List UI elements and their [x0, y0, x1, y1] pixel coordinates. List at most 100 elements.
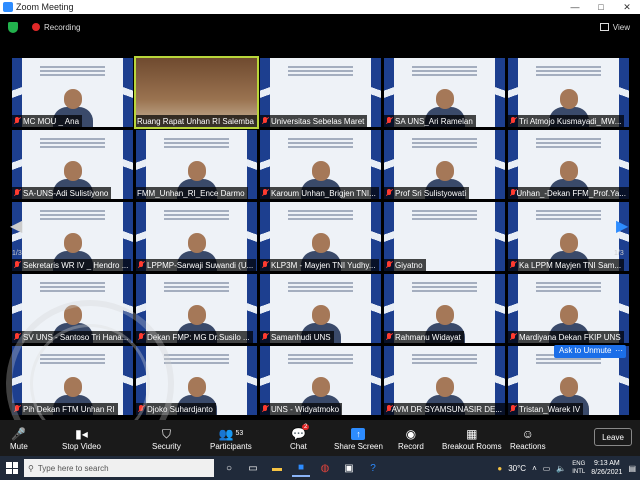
- participant-name: MC MOU _ Ana: [23, 116, 80, 126]
- participant-tile[interactable]: Sekretaris WR IV _ Hendro ...: [12, 202, 133, 271]
- share-screen-button[interactable]: ↑ Share Screen: [334, 420, 383, 456]
- participant-tile[interactable]: AVM DR SYAMSUNASIR DE...: [384, 346, 505, 415]
- participants-button[interactable]: 👥 53 Participants: [210, 420, 252, 456]
- ask-to-unmute-button[interactable]: Ask to Unmute: [554, 345, 617, 358]
- virtual-background-slide: [30, 208, 115, 222]
- participant-tile[interactable]: LPPMP-Sarwaji Suwandi (U...: [136, 202, 257, 271]
- previous-page-icon[interactable]: ◀: [10, 216, 22, 236]
- participant-tile[interactable]: Unhan_-Dekan FFM_Prof.Ya...: [508, 130, 629, 199]
- security-button[interactable]: ⛉ Security: [152, 420, 181, 456]
- chat-badge: 2: [302, 424, 310, 430]
- slide-border-decoration: [495, 274, 505, 343]
- taskbar-search-box[interactable]: ⚲ Type here to search: [24, 459, 214, 477]
- participant-name: LPPMP-Sarwaji Suwandi (U...: [147, 260, 254, 270]
- participant-tile[interactable]: Samanhudi UNS: [260, 274, 381, 343]
- participant-tile[interactable]: SA-UNS-Adi Sulistiyono: [12, 130, 133, 199]
- participant-tile[interactable]: Ruang Rapat Unhan RI Salemba: [134, 56, 259, 129]
- participant-name-bar: KLP3M - Mayjen TNI Yudhy...: [260, 259, 379, 271]
- participant-name-bar: Prof Sri Sulistyowati: [384, 187, 470, 199]
- virtual-background-slide: [402, 352, 487, 366]
- participant-name-bar: Samanhudi UNS: [260, 331, 334, 343]
- participant-tile[interactable]: Dekan FMP: MG Dr.Susilo ...: [136, 274, 257, 343]
- participant-tile[interactable]: Tri Atmojo Kusmayadi_MW...: [508, 58, 629, 127]
- task-view-icon[interactable]: ▭: [244, 459, 262, 477]
- record-label: Record: [398, 441, 424, 451]
- more-options-icon[interactable]: ···: [612, 345, 626, 358]
- participant-tile[interactable]: MC MOU _ Ana: [12, 58, 133, 127]
- participant-name: Unhan_-Dekan FFM_Prof.Ya...: [516, 188, 626, 198]
- windows-start-icon[interactable]: [6, 462, 18, 474]
- page-indicator-left: 1/3: [12, 250, 22, 257]
- participant-tile[interactable]: Mardiyana Dekan FKIP UNS: [508, 274, 629, 343]
- cortana-icon[interactable]: ○: [220, 459, 238, 477]
- virtual-background-slide: [402, 64, 487, 78]
- recording-label[interactable]: Recording: [44, 23, 80, 32]
- participant-name-bar: Ka LPPM Mayjen TNI Sam...: [508, 259, 625, 271]
- network-icon[interactable]: ▭: [543, 464, 551, 473]
- participant-name: Karoum Unhan_Brigjen TNI...: [271, 188, 376, 198]
- participant-tile[interactable]: Prof Sri Sulistyowati: [384, 130, 505, 199]
- participant-tile[interactable]: UNS - Widyatmoko: [260, 346, 381, 415]
- weather-temp[interactable]: 30°C: [508, 464, 526, 473]
- participant-tile[interactable]: Pih Dekan FTM Unhan RI: [12, 346, 133, 415]
- meeting-toolbar: 🎤 Mute ▮◂ Stop Video ⛉ Security 👥 53 Part…: [0, 420, 640, 456]
- shield-icon[interactable]: [8, 21, 18, 33]
- participant-name-bar: MC MOU _ Ana: [12, 115, 83, 127]
- chat-label: Chat: [290, 441, 307, 451]
- participant-name-bar: SA-UNS-Adi Sulistiyono: [12, 187, 112, 199]
- participant-tile[interactable]: Ka LPPM Mayjen TNI Sam...: [508, 202, 629, 271]
- mute-button[interactable]: 🎤 Mute: [10, 420, 28, 456]
- stop-video-button[interactable]: ▮◂ Stop Video: [62, 420, 101, 456]
- minimize-button[interactable]: —: [562, 0, 588, 14]
- virtual-background-slide: [402, 280, 487, 294]
- participant-tile[interactable]: FMM_Unhan_RI_Ence Darmo: [136, 130, 257, 199]
- muted-microphone-icon: [13, 189, 21, 197]
- help-icon[interactable]: ?: [364, 459, 382, 477]
- leave-button[interactable]: Leave: [594, 428, 632, 446]
- reactions-button[interactable]: ☺ Reactions: [510, 420, 546, 456]
- view-button[interactable]: View: [599, 23, 630, 32]
- slide-border-decoration: [371, 346, 381, 415]
- chrome-icon[interactable]: ◍: [316, 459, 334, 477]
- language-indicator[interactable]: ENG INTL: [572, 460, 585, 476]
- reactions-icon: ☺: [521, 426, 534, 441]
- participant-tile[interactable]: KLP3M - Mayjen TNI Yudhy...: [260, 202, 381, 271]
- window-title: Zoom Meeting: [16, 2, 74, 12]
- participant-tile[interactable]: SA UNS_Ari Ramelan: [384, 58, 505, 127]
- clock[interactable]: 9:13 AM 8/26/2021: [591, 459, 622, 477]
- chat-button[interactable]: 💬 2 Chat: [290, 420, 310, 456]
- virtual-background-slide: [30, 64, 115, 78]
- next-page-icon[interactable]: ▶: [616, 216, 628, 236]
- participant-name: Ruang Rapat Unhan RI Salemba: [137, 116, 254, 126]
- record-icon: ◉: [405, 426, 417, 441]
- participant-tile[interactable]: SV UNS - Santoso Tri Hana...: [12, 274, 133, 343]
- participant-name-bar: Ruang Rapat Unhan RI Salemba: [136, 115, 257, 127]
- recording-dot-icon: [32, 23, 40, 31]
- muted-microphone-icon: [261, 405, 269, 413]
- page-indicator-right: 1/3: [614, 250, 624, 257]
- participant-tile[interactable]: Karoum Unhan_Brigjen TNI...: [260, 130, 381, 199]
- participant-name-bar: Giyatno: [384, 259, 426, 271]
- close-button[interactable]: ✕: [614, 0, 640, 14]
- participant-tile[interactable]: Giyatno: [384, 202, 505, 271]
- record-button[interactable]: ◉ Record: [398, 420, 424, 456]
- participant-tile[interactable]: Rahmanu Widayat: [384, 274, 505, 343]
- zoom-taskbar-icon[interactable]: ■: [292, 459, 310, 477]
- app-icon[interactable]: ▣: [340, 459, 358, 477]
- meeting-topbar: Recording View: [0, 14, 640, 40]
- file-explorer-icon[interactable]: ▬: [268, 459, 286, 477]
- maximize-button[interactable]: □: [588, 0, 614, 14]
- participant-name-bar: Unhan_-Dekan FFM_Prof.Ya...: [508, 187, 629, 199]
- volume-icon[interactable]: 🔈: [556, 464, 566, 473]
- weather-icon[interactable]: ●: [497, 464, 502, 473]
- participant-name-bar: UNS - Widyatmoko: [260, 403, 343, 415]
- tray-chevron-icon[interactable]: ˄: [532, 464, 537, 473]
- virtual-background-slide: [154, 208, 239, 222]
- participant-name: SV UNS - Santoso Tri Hana...: [23, 332, 129, 342]
- breakout-rooms-button[interactable]: ▦ Breakout Rooms: [442, 420, 502, 456]
- system-tray: ● 30°C ˄ ▭ 🔈 ENG INTL 9:13 AM 8/26/2021 …: [497, 456, 636, 480]
- notifications-icon[interactable]: ▤: [628, 464, 636, 473]
- participant-tile[interactable]: Djoko Suhardjanto: [136, 346, 257, 415]
- virtual-background-slide: [278, 64, 363, 78]
- participant-tile[interactable]: Universitas Sebelas Maret: [260, 58, 381, 127]
